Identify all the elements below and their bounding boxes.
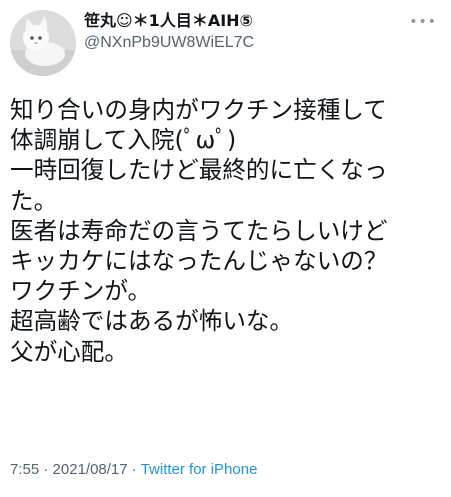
tweet-text-line: 医者は寿命だの言うてたらしいけど (10, 216, 388, 245)
tweet-header: 笹丸☺︎＊1人目＊AIH⑤ @NXnPb9UW8WiEL7C (84, 10, 421, 54)
cat-avatar-icon (10, 10, 76, 76)
tweet-text-line: 一時回復したけど最終的に亡くなっ (10, 156, 388, 185)
tweet-text-line: 超高齢ではあるが怖いな。 (10, 307, 294, 336)
tweet-time[interactable]: 7:55 (10, 461, 39, 478)
tweet-text-line: 父が心配。 (10, 337, 128, 366)
tweet-text-line: 体調崩して入院(ﾟωﾟ) (10, 126, 237, 155)
meta-separator: · (127, 461, 141, 478)
tweet-text-line: た。 (10, 186, 58, 215)
tweet-source-link[interactable]: Twitter for iPhone (141, 461, 258, 478)
user-handle[interactable]: @NXnPb9UW8WiEL7C (84, 32, 421, 54)
tweet-text-line: ワクチンが。 (10, 277, 152, 306)
tweet: 笹丸☺︎＊1人目＊AIH⑤ @NXnPb9UW8WiEL7C ••• 知り合いの… (0, 0, 451, 497)
tweet-text: 知り合いの身内がワクチン接種して 体調崩して入院(ﾟωﾟ) 一時回復したけど最終… (10, 95, 443, 367)
tweet-meta: 7:55 · 2021/08/17 · Twitter for iPhone (10, 461, 257, 478)
more-options-icon[interactable]: ••• (409, 14, 437, 30)
tweet-text-line: 知り合いの身内がワクチン接種して (10, 96, 387, 124)
tweet-text-line: キッカケにはなったんじゃないの？ (10, 246, 388, 275)
avatar[interactable] (10, 10, 76, 76)
meta-separator: · (39, 461, 53, 478)
tweet-date[interactable]: 2021/08/17 (53, 461, 128, 478)
display-name[interactable]: 笹丸☺︎＊1人目＊AIH⑤ (84, 10, 421, 32)
